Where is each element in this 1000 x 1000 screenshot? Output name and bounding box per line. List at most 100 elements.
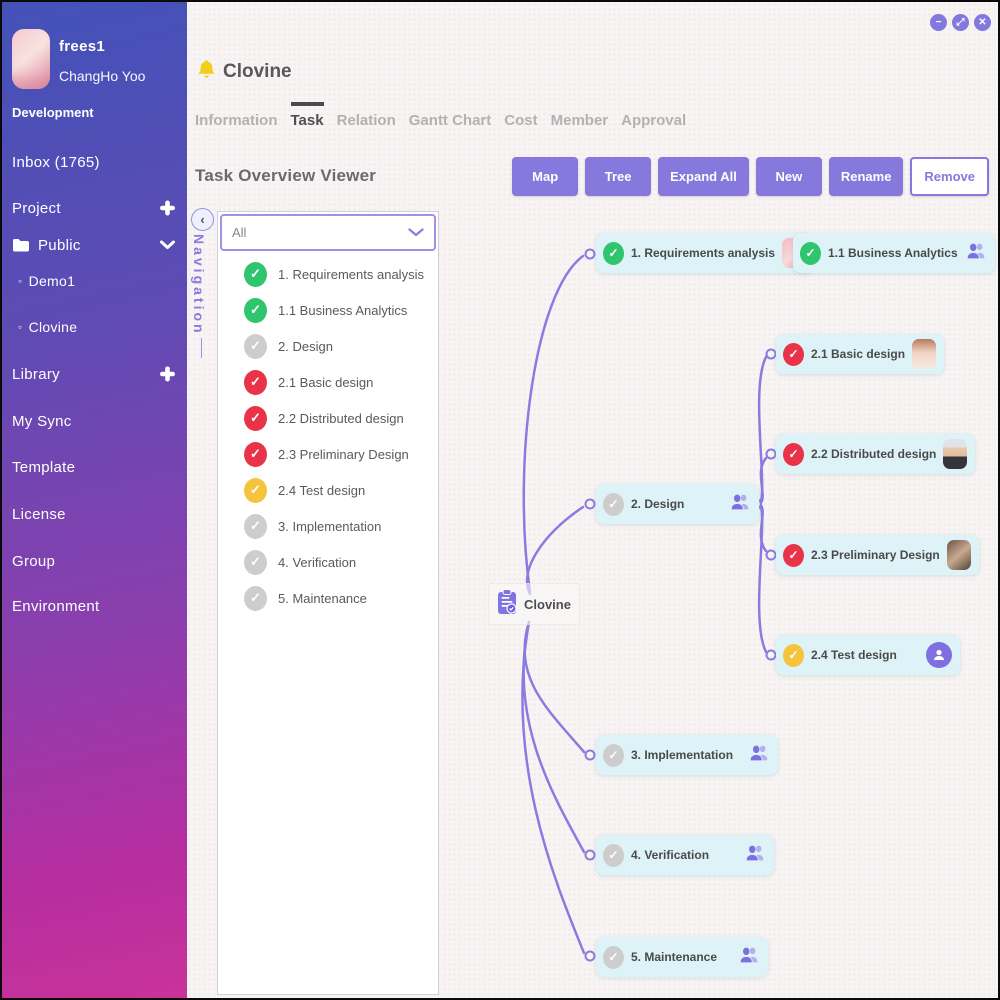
status-check-icon: ✓	[244, 442, 267, 467]
add-project-icon[interactable]	[160, 201, 175, 216]
status-check-icon: ✓	[244, 550, 267, 575]
task-label: 3. Implementation	[278, 519, 381, 534]
tab-relation[interactable]: Relation	[337, 102, 396, 129]
dropdown-chevron-icon	[408, 224, 424, 242]
status-check-icon: ✓	[244, 298, 267, 323]
task-row[interactable]: ✓ 4. Verification	[218, 544, 438, 580]
node-label: 2.1 Basic design	[811, 347, 905, 361]
section-heading: Task Overview Viewer	[195, 166, 376, 186]
mindmap-node-verification[interactable]: ✓ 4. Verification	[596, 835, 774, 875]
status-check-icon: ✓	[783, 343, 804, 366]
bullet-icon: ◦	[18, 274, 23, 288]
task-label: 2.4 Test design	[278, 483, 365, 498]
sidebar-item-label: Public	[38, 237, 81, 254]
tab-task[interactable]: Task	[291, 102, 324, 129]
task-row[interactable]: ✓ 1.1 Business Analytics	[218, 292, 438, 328]
mindmap-node-implementation[interactable]: ✓ 3. Implementation	[596, 735, 778, 775]
status-check-icon: ✓	[244, 370, 267, 395]
task-label: 4. Verification	[278, 555, 356, 570]
status-check-icon: ✓	[603, 844, 624, 867]
app-window: frees1 ChangHo Yoo Development Inbox (17…	[0, 0, 1000, 1000]
project-titlebar: Clovine	[198, 59, 292, 85]
mindmap-node-maintenance[interactable]: ✓ 5. Maintenance	[596, 937, 768, 977]
mindmap-node-distributed-design[interactable]: ✓ 2.2 Distributed design	[776, 434, 975, 474]
tab-information[interactable]: Information	[195, 102, 278, 129]
maximize-button[interactable]: ⤢	[952, 14, 969, 31]
panel-collapse-button[interactable]: ‹	[191, 208, 214, 231]
tab-gantt-chart[interactable]: Gantt Chart	[409, 102, 492, 129]
mindmap-node-basic-design[interactable]: ✓ 2.1 Basic design	[776, 334, 944, 374]
sidebar-item-label: Clovine	[29, 319, 78, 335]
task-row[interactable]: ✓ 3. Implementation	[218, 508, 438, 544]
node-label: 3. Implementation	[631, 748, 733, 762]
task-row[interactable]: ✓ 1. Requirements analysis	[218, 256, 438, 292]
user-avatar[interactable]	[12, 29, 50, 89]
sidebar-item-clovine[interactable]: ◦ Clovine	[2, 315, 187, 339]
task-row[interactable]: ✓ 5. Maintenance	[218, 580, 438, 616]
task-row[interactable]: ✓ 2.3 Preliminary Design	[218, 436, 438, 472]
task-label: 2. Design	[278, 339, 333, 354]
clipboard-icon	[497, 589, 517, 620]
sidebar-item-label: Library	[12, 366, 60, 383]
node-label: 2.3 Preliminary Design	[811, 548, 940, 562]
sidebar-item-demo1[interactable]: ◦ Demo1	[2, 269, 187, 293]
mindmap-node-design[interactable]: ✓ 2. Design	[596, 484, 759, 524]
status-check-icon: ✓	[244, 586, 267, 611]
folder-icon	[12, 238, 30, 252]
person-icon	[926, 642, 952, 668]
sidebar-item-project[interactable]: Project	[2, 196, 187, 220]
task-tree-list: ✓ 1. Requirements analysis ✓ 1.1 Busines…	[218, 256, 438, 616]
mindmap-node-preliminary-design[interactable]: ✓ 2.3 Preliminary Design	[776, 535, 979, 575]
node-label: 1. Requirements analysis	[631, 246, 775, 260]
task-label: 2.1 Basic design	[278, 375, 373, 390]
sidebar-item-mysync[interactable]: My Sync	[2, 409, 187, 433]
sidebar-item-license[interactable]: License	[2, 502, 187, 526]
bell-icon	[198, 59, 215, 85]
sidebar-item-label: Project	[12, 200, 61, 217]
team-icon	[738, 944, 760, 971]
root-node-label: Clovine	[524, 597, 571, 612]
expand-all-button[interactable]: Expand All	[658, 157, 749, 196]
task-label: 5. Maintenance	[278, 591, 367, 606]
sidebar-item-environment[interactable]: Environment	[2, 594, 187, 618]
assignee-avatar	[943, 439, 967, 469]
task-row[interactable]: ✓ 2. Design	[218, 328, 438, 364]
add-library-icon[interactable]	[160, 367, 175, 382]
sidebar-item-template[interactable]: Template	[2, 455, 187, 479]
sidebar-item-inbox[interactable]: Inbox (1765)	[2, 150, 187, 174]
navigation-divider	[201, 338, 202, 358]
close-button[interactable]: ✕	[974, 14, 991, 31]
toolbar-buttons: Map Tree Expand All New Rename Remove	[512, 157, 989, 196]
remove-button[interactable]: Remove	[910, 157, 989, 196]
node-label: 2.4 Test design	[811, 648, 897, 662]
node-label: 1.1 Business Analytics	[828, 246, 958, 260]
new-button[interactable]: New	[756, 157, 822, 196]
sidebar-item-public[interactable]: Public	[2, 233, 187, 257]
status-check-icon: ✓	[783, 544, 804, 567]
task-label: 2.2 Distributed design	[278, 411, 404, 426]
mindmap-node-test-design[interactable]: ✓ 2.4 Test design	[776, 635, 960, 675]
task-row[interactable]: ✓ 2.2 Distributed design	[218, 400, 438, 436]
sidebar-item-group[interactable]: Group	[2, 549, 187, 573]
tab-member[interactable]: Member	[551, 102, 609, 129]
chevron-down-icon[interactable]	[160, 241, 175, 250]
task-row[interactable]: ✓ 2.4 Test design	[218, 472, 438, 508]
window-controls: − ⤢ ✕	[930, 14, 991, 31]
mindmap-node-requirements[interactable]: ✓ 1. Requirements analysis	[596, 233, 814, 273]
mindmap-root-node[interactable]: Clovine	[488, 583, 580, 625]
tree-button[interactable]: Tree	[585, 157, 651, 196]
tab-approval[interactable]: Approval	[621, 102, 686, 129]
task-row[interactable]: ✓ 2.1 Basic design	[218, 364, 438, 400]
sidebar-item-label: Demo1	[29, 273, 76, 289]
rename-button[interactable]: Rename	[829, 157, 904, 196]
mindmap-node-business-analytics[interactable]: ✓ 1.1 Business Analytics	[793, 233, 995, 273]
status-check-icon: ✓	[783, 443, 804, 466]
map-button[interactable]: Map	[512, 157, 578, 196]
tab-cost[interactable]: Cost	[504, 102, 537, 129]
page-title: Clovine	[223, 61, 292, 83]
sidebar-item-library[interactable]: Library	[2, 362, 187, 386]
status-check-icon: ✓	[244, 334, 267, 359]
minimize-button[interactable]: −	[930, 14, 947, 31]
task-filter-dropdown[interactable]: All	[220, 214, 436, 251]
task-label: 1.1 Business Analytics	[278, 303, 407, 318]
